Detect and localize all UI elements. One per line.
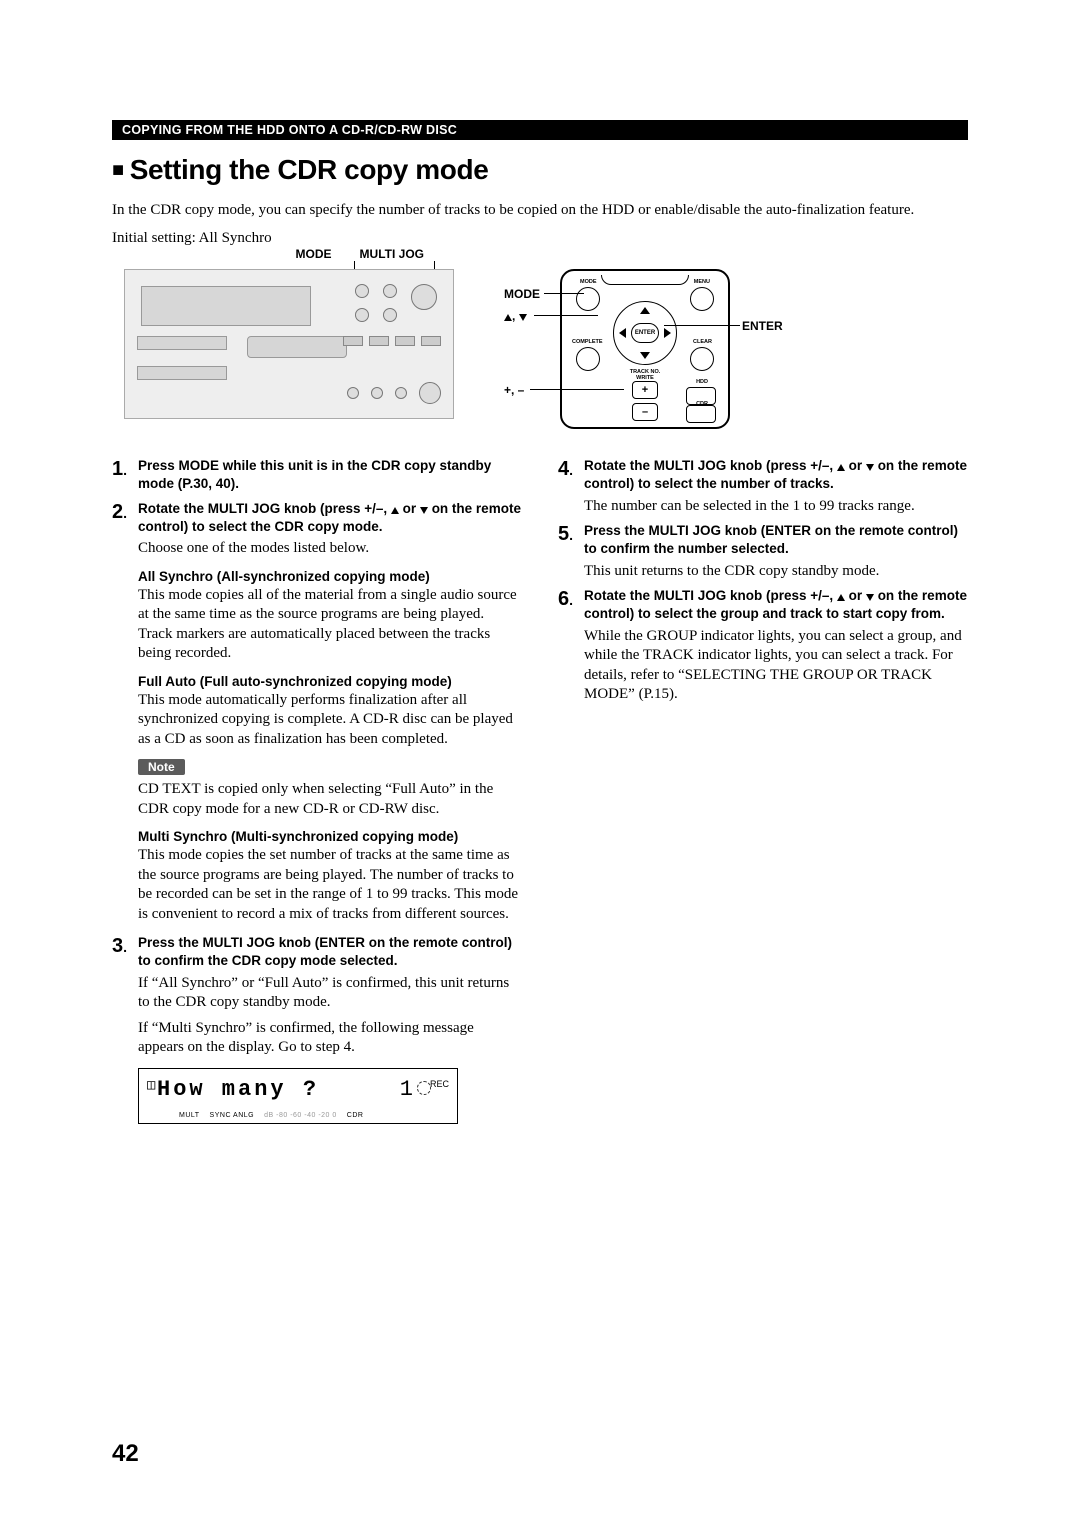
disc-tray-icon — [247, 336, 347, 358]
callout-plusminus: +, – — [504, 383, 524, 397]
note-block: Note CD TEXT is copied only when selecti… — [138, 749, 522, 819]
label-multijog: MULTI JOG — [360, 247, 424, 261]
rec-spinner-icon — [417, 1081, 431, 1095]
callout-mode: MODE — [504, 287, 540, 301]
callout-arrows: , — [504, 309, 527, 323]
step-4: 4. Rotate the MULTI JOG knob (press +/–,… — [558, 457, 968, 516]
initial-setting: Initial setting: All Synchro — [112, 230, 968, 247]
step-6: 6. Rotate the MULTI JOG knob (press +/–,… — [558, 587, 968, 704]
section-header-bar: COPYING FROM THE HDD ONTO A CD-R/CD-RW D… — [112, 120, 968, 140]
mode-button-icon — [576, 287, 600, 311]
dpad-icon: ENTER — [613, 301, 677, 365]
clear-button-icon — [690, 347, 714, 371]
step-4-title: Rotate the MULTI JOG knob (press +/–, or… — [584, 457, 968, 493]
step-1: 1. Press MODE while this unit is in the … — [112, 457, 522, 493]
label-mode: MODE — [296, 247, 332, 261]
mode-full-auto: Full Auto (Full auto-synchronized copyin… — [138, 674, 522, 750]
intro-paragraph: In the CDR copy mode, you can specify th… — [112, 200, 968, 220]
left-column: 1. Press MODE while this unit is in the … — [112, 457, 522, 1123]
menu-button-icon — [690, 287, 714, 311]
device-display — [141, 286, 311, 326]
step-6-title: Rotate the MULTI JOG knob (press +/–, or… — [584, 587, 968, 623]
remote-diagram: MODE , +, – ENTER MODE MENU ENTER COMPLE… — [504, 269, 784, 429]
callout-enter: ENTER — [742, 319, 783, 333]
step-5: 5. Press the MULTI JOG knob (ENTER on th… — [558, 522, 968, 581]
plus-minus-buttons-icon: + – — [632, 381, 658, 421]
complete-button-icon — [576, 347, 600, 371]
device-labels: MODE MULTI JOG — [296, 247, 424, 261]
diagrams-row: MODE MULTI JOG MODE — [112, 269, 968, 429]
step-2-title: Rotate the MULTI JOG knob (press +/–, or… — [138, 500, 522, 536]
cdr-button-icon — [686, 405, 716, 423]
source-icon: ◫ — [147, 1077, 155, 1093]
device-knobs — [355, 284, 437, 322]
section-title: ■Setting the CDR copy mode — [112, 154, 968, 186]
page-number: 42 — [112, 1440, 139, 1468]
content-columns: 1. Press MODE while this unit is in the … — [112, 457, 968, 1123]
mode-multi-synchro: Multi Synchro (Multi-synchronized copyin… — [138, 829, 522, 924]
step-3: 3. Press the MULTI JOG knob (ENTER on th… — [112, 934, 522, 1057]
mode-all-synchro: All Synchro (All-synchronized copying mo… — [138, 569, 522, 664]
display-bottom-row: MULT SYNC ANLG dB -80 -60 -40 -20 0 CDR — [179, 1112, 447, 1119]
step-2: 2. Rotate the MULTI JOG knob (press +/–,… — [112, 500, 522, 559]
lcd-display: ◫ How many ? 1 REC MULT SYNC ANLG dB -80… — [138, 1068, 458, 1124]
device-diagram — [124, 269, 454, 419]
right-column: 4. Rotate the MULTI JOG knob (press +/–,… — [558, 457, 968, 1123]
